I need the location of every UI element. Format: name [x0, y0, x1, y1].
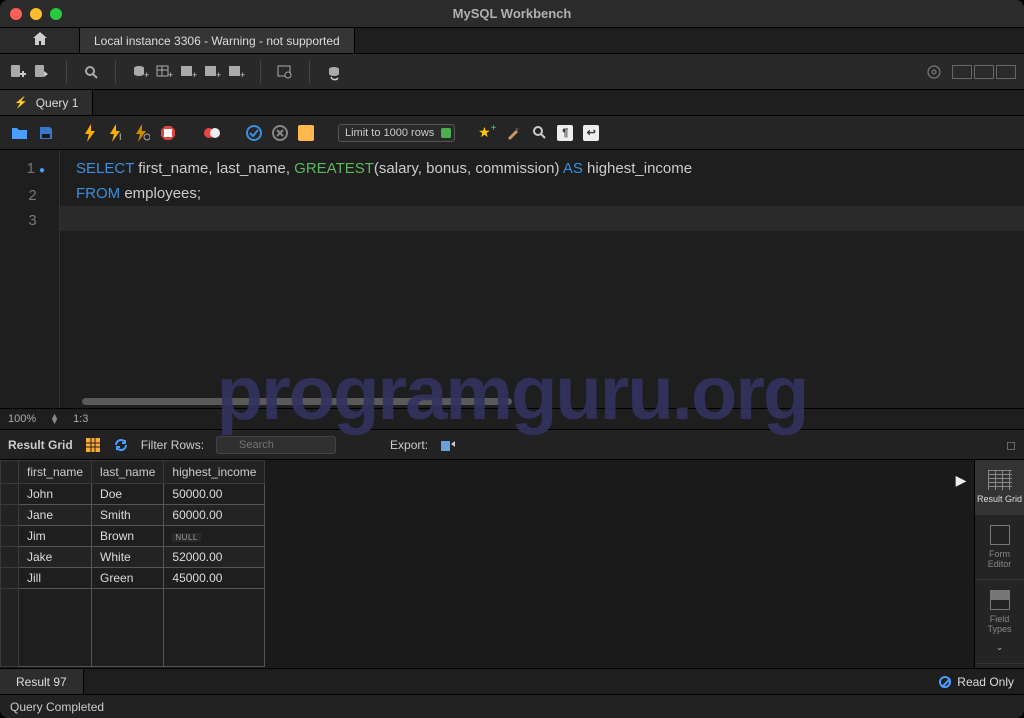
- collapse-caret[interactable]: ▶: [948, 460, 974, 668]
- grid-view-icon[interactable]: [85, 437, 101, 453]
- table-row[interactable]: JimBrownNULL: [1, 526, 265, 547]
- types-icon: [990, 590, 1010, 610]
- autocommit-icon[interactable]: [296, 123, 316, 143]
- titlebar: MySQL Workbench: [0, 0, 1024, 28]
- export-icon[interactable]: [440, 437, 456, 453]
- wrap-icon[interactable]: ↩: [581, 123, 601, 143]
- open-file-icon[interactable]: [10, 123, 30, 143]
- bolt-icon: ⚡: [14, 96, 28, 109]
- save-file-icon[interactable]: [36, 123, 56, 143]
- new-sql-tab-icon[interactable]: [8, 62, 28, 82]
- bottom-panel-toggle[interactable]: [974, 65, 994, 79]
- invisible-chars-icon[interactable]: ¶: [555, 123, 575, 143]
- settings-icon[interactable]: [924, 62, 944, 82]
- readonly-indicator: Read Only: [939, 675, 1014, 689]
- main-toolbar: + + + + +: [0, 54, 1024, 90]
- stop-on-error-icon[interactable]: [202, 123, 222, 143]
- grid-icon: [988, 470, 1012, 490]
- svg-text:+: +: [240, 70, 245, 80]
- zoom-stepper[interactable]: ▲▼: [50, 414, 59, 424]
- inspector-icon[interactable]: [81, 62, 101, 82]
- sidebar-field-types[interactable]: Field Types ⌄: [975, 580, 1024, 664]
- result-tab[interactable]: Result 97: [0, 669, 84, 694]
- zoom-percent: 100%: [8, 413, 36, 425]
- svg-text:+: +: [168, 70, 173, 80]
- cursor-pos: 1:3: [73, 413, 88, 425]
- panel-toggles: [952, 65, 1016, 79]
- rollback-icon[interactable]: [270, 123, 290, 143]
- column-header[interactable]: highest_income: [164, 461, 265, 484]
- sidebar-form-editor[interactable]: Form Editor: [975, 515, 1024, 580]
- table-row[interactable]: JohnDoe50000.00: [1, 484, 265, 505]
- svg-text:+: +: [216, 70, 221, 80]
- svg-text:+: +: [144, 70, 149, 80]
- status-text: Query Completed: [10, 700, 104, 714]
- result-grid[interactable]: first_namelast_namehighest_income JohnDo…: [0, 460, 948, 668]
- proc-create-icon[interactable]: +: [202, 62, 222, 82]
- reconnect-icon[interactable]: [324, 62, 344, 82]
- beautify-icon[interactable]: [503, 123, 523, 143]
- query-tabbar: ⚡ Query 1: [0, 90, 1024, 116]
- favorite-icon[interactable]: ★+: [477, 123, 497, 143]
- column-header[interactable]: last_name: [92, 461, 164, 484]
- filter-rows-label: Filter Rows:: [141, 438, 204, 452]
- line-gutter: 1● 2 3: [0, 150, 60, 408]
- close-window-button[interactable]: [10, 8, 22, 20]
- execute-current-icon[interactable]: I: [106, 123, 126, 143]
- open-sql-file-icon[interactable]: [32, 62, 52, 82]
- chevron-down-icon: ⌄: [996, 642, 1004, 653]
- result-grid-label: Result Grid: [8, 438, 73, 452]
- table-create-icon[interactable]: +: [154, 62, 174, 82]
- editor-h-scrollbar[interactable]: [82, 398, 512, 405]
- table-row[interactable]: JaneSmith60000.00: [1, 505, 265, 526]
- query-tab[interactable]: ⚡ Query 1: [0, 90, 93, 115]
- export-label: Export:: [390, 438, 428, 452]
- result-toolbar: Result Grid Filter Rows: 🔍 Export: ◻: [0, 430, 1024, 460]
- window-title: MySQL Workbench: [0, 6, 1024, 21]
- result-tabbar: Result 97 Read Only: [0, 668, 1024, 694]
- right-panel-toggle[interactable]: [996, 65, 1016, 79]
- minimize-window-button[interactable]: [30, 8, 42, 20]
- execute-icon[interactable]: [80, 123, 100, 143]
- connection-tabbar: Local instance 3306 - Warning - not supp…: [0, 28, 1024, 54]
- maximize-result-icon[interactable]: ◻: [1006, 438, 1016, 452]
- connection-tab[interactable]: Local instance 3306 - Warning - not supp…: [80, 28, 355, 53]
- left-panel-toggle[interactable]: [952, 65, 972, 79]
- column-header[interactable]: first_name: [19, 461, 92, 484]
- query-tab-label: Query 1: [36, 96, 79, 110]
- func-create-icon[interactable]: +: [226, 62, 246, 82]
- schema-create-icon[interactable]: +: [130, 62, 150, 82]
- home-icon: [32, 31, 48, 51]
- search-table-data-icon[interactable]: [275, 62, 295, 82]
- svg-text:+: +: [192, 70, 197, 80]
- result-sidebar: Result Grid Form Editor Field Types ⌄: [974, 460, 1024, 668]
- status-bar: Query Completed: [0, 694, 1024, 718]
- form-icon: [990, 525, 1010, 545]
- explain-icon[interactable]: [132, 123, 152, 143]
- view-create-icon[interactable]: +: [178, 62, 198, 82]
- editor-toolbar: I Limit to 1000 rows ★+ ¶ ↩: [0, 116, 1024, 150]
- table-row: [1, 589, 265, 667]
- stop-icon[interactable]: [158, 123, 178, 143]
- readonly-icon: [939, 676, 951, 688]
- sidebar-result-grid[interactable]: Result Grid: [975, 460, 1024, 515]
- filter-rows-input[interactable]: [216, 436, 336, 454]
- table-row[interactable]: JakeWhite52000.00: [1, 547, 265, 568]
- table-row[interactable]: JillGreen45000.00: [1, 568, 265, 589]
- sql-editor[interactable]: 1● 2 3 SELECT first_name, last_name, GRE…: [0, 150, 1024, 408]
- refresh-icon[interactable]: [113, 437, 129, 453]
- commit-icon[interactable]: [244, 123, 264, 143]
- find-icon[interactable]: [529, 123, 549, 143]
- zoom-window-button[interactable]: [50, 8, 62, 20]
- home-tab[interactable]: [0, 28, 80, 53]
- zoom-bar: 100% ▲▼ 1:3: [0, 408, 1024, 430]
- limit-rows-select[interactable]: Limit to 1000 rows: [338, 124, 455, 142]
- svg-text:I: I: [119, 132, 122, 142]
